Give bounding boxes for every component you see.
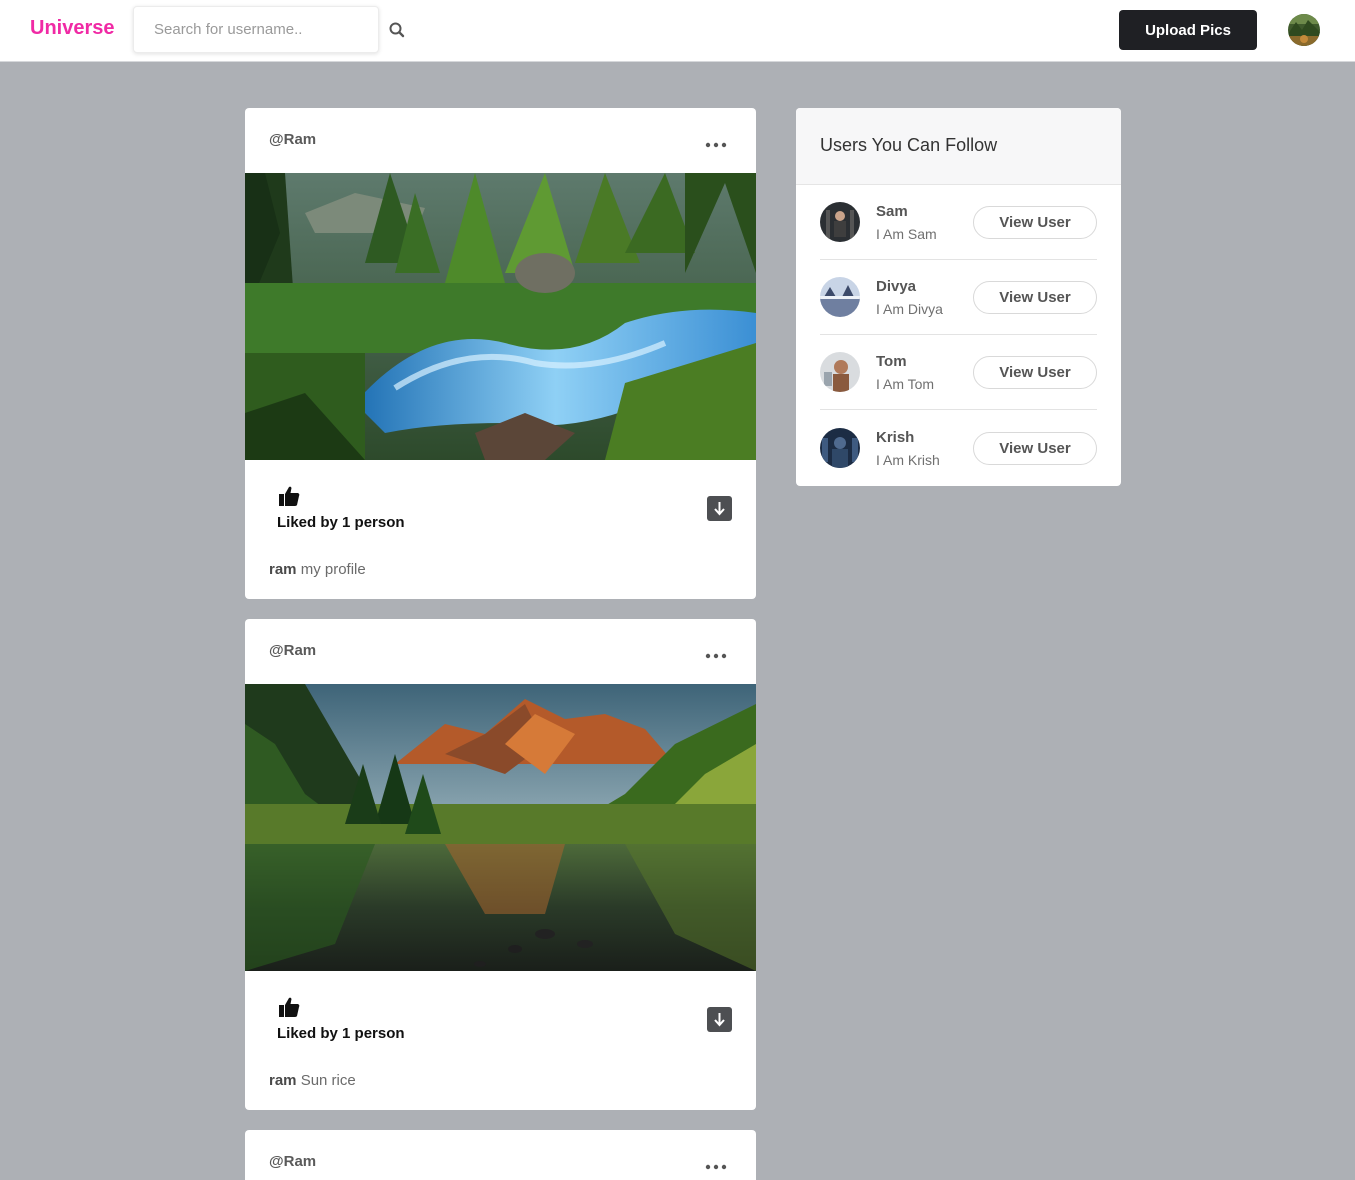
post-image-mountain-lake: [245, 684, 756, 971]
caption-username[interactable]: ram: [269, 561, 297, 578]
suggested-user-name: Sam: [876, 203, 908, 220]
suggested-user-bio: I Am Tom: [876, 376, 935, 392]
suggested-user-bio: I Am Sam: [876, 226, 937, 242]
post-header: @Ram: [245, 108, 756, 173]
post-username[interactable]: @Ram: [269, 642, 316, 659]
search-field-container: [133, 6, 379, 53]
caption-text: Sun rice: [300, 1072, 356, 1089]
suggested-user-name: Tom: [876, 353, 907, 370]
suggested-user-item: Tom I Am Tom View User: [820, 335, 1097, 410]
suggested-user-bio: I Am Krish: [876, 452, 940, 468]
post-username[interactable]: @Ram: [269, 131, 316, 148]
download-icon[interactable]: [707, 1007, 732, 1032]
suggested-users-header: Users You Can Follow: [796, 108, 1121, 185]
more-options-icon[interactable]: [705, 136, 727, 148]
post-header: @Ram: [245, 1130, 756, 1180]
profile-avatar[interactable]: [1288, 14, 1320, 46]
more-options-icon[interactable]: [705, 1158, 727, 1170]
post-card: @Ram: [245, 1130, 756, 1180]
suggested-user-bio: I Am Divya: [876, 301, 943, 317]
post-username[interactable]: @Ram: [269, 1153, 316, 1170]
caption-text: my profile: [300, 561, 366, 578]
post-card: @Ram: [245, 619, 756, 1110]
view-user-button[interactable]: View User: [973, 281, 1097, 314]
like-count: Liked by 1 person: [277, 1025, 405, 1042]
suggested-user-item: Sam I Am Sam View User: [820, 185, 1097, 260]
suggested-user-name: Divya: [876, 278, 917, 295]
thumbs-up-icon[interactable]: [277, 484, 301, 508]
avatar[interactable]: [820, 352, 860, 392]
post-footer: Liked by 1 person ram Sun rice: [245, 971, 756, 1110]
avatar[interactable]: [820, 202, 860, 242]
avatar[interactable]: [820, 277, 860, 317]
more-options-icon[interactable]: [705, 647, 727, 659]
post-image-forest-stream: [245, 173, 756, 460]
suggested-user-item: Divya I Am Divya View User: [820, 260, 1097, 335]
top-navbar: Universe Upload Pics: [0, 0, 1355, 62]
suggested-users-title: Users You Can Follow: [820, 135, 998, 155]
suggested-users-panel: Users You Can Follow Sam I Am Sam View U…: [796, 108, 1121, 486]
view-user-button[interactable]: View User: [973, 206, 1097, 239]
search-input[interactable]: [134, 7, 378, 52]
post-header: @Ram: [245, 619, 756, 684]
search-icon[interactable]: [388, 21, 406, 39]
view-user-button[interactable]: View User: [973, 432, 1097, 465]
brand-logo[interactable]: Universe: [30, 17, 115, 40]
download-icon[interactable]: [707, 496, 732, 521]
thumbs-up-icon[interactable]: [277, 995, 301, 1019]
post-card: @Ram: [245, 108, 756, 599]
avatar[interactable]: [820, 428, 860, 468]
upload-pics-button[interactable]: Upload Pics: [1119, 10, 1257, 50]
post-footer: Liked by 1 person ram my profile: [245, 460, 756, 599]
post-caption: ram my profile: [269, 561, 366, 578]
view-user-button[interactable]: View User: [973, 356, 1097, 389]
like-count: Liked by 1 person: [277, 514, 405, 531]
suggested-user-item: Krish I Am Krish View User: [820, 411, 1097, 486]
post-caption: ram Sun rice: [269, 1072, 356, 1089]
suggested-user-name: Krish: [876, 429, 915, 446]
caption-username[interactable]: ram: [269, 1072, 297, 1089]
